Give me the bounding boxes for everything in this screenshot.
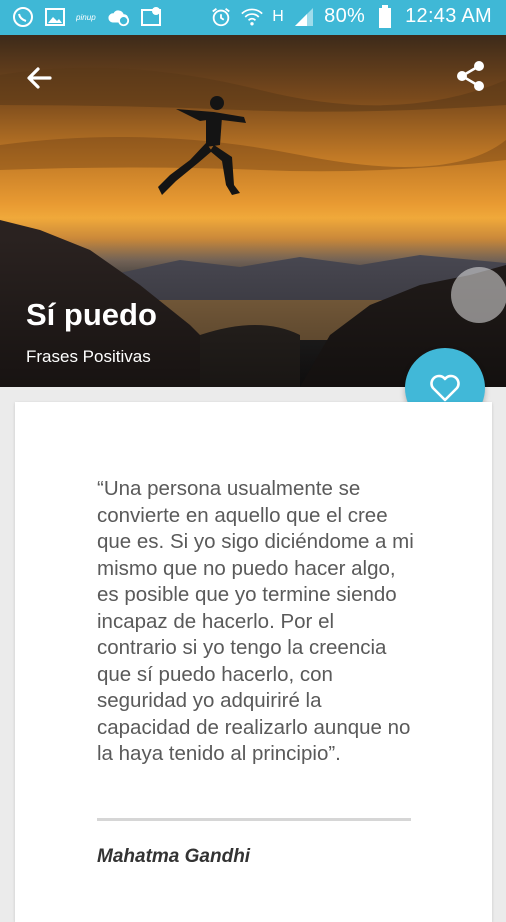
signal-icon (293, 6, 315, 28)
header-image: Sí puedo Frases Positivas (0, 35, 506, 387)
more-options-button[interactable] (451, 267, 506, 323)
category-subtitle: Frases Positivas (26, 347, 151, 366)
phone-icon (12, 6, 34, 28)
share-icon (457, 61, 484, 91)
cloud-download-icon (108, 6, 130, 28)
image-icon (44, 6, 66, 28)
arrow-back-icon (27, 67, 52, 89)
status-system: H 80% 12:43 AM (210, 4, 492, 28)
battery-percentage: 80% (324, 5, 366, 27)
page-title: Sí puedo (26, 297, 157, 332)
wifi-icon (241, 6, 264, 28)
status-notifications: pinup (12, 6, 162, 28)
alarm-icon (210, 6, 232, 28)
quote-card: “Una persona usualmente se convierte en … (15, 402, 492, 922)
back-button[interactable] (22, 61, 56, 95)
battery-icon (374, 4, 396, 28)
svg-text:pinup: pinup (76, 13, 96, 22)
quote-text: “Una persona usualmente se convierte en … (97, 477, 414, 765)
gallery-icon (140, 6, 162, 28)
quote-author: Mahatma Gandhi (97, 846, 251, 867)
clock: 12:43 AM (405, 5, 492, 27)
status-bar: pinup H 80% 12:43 AM (0, 0, 506, 35)
share-button[interactable] (454, 59, 488, 93)
heart-outline-icon (430, 374, 460, 402)
network-type: H (272, 7, 285, 25)
divider (97, 818, 411, 821)
pinup-icon: pinup (76, 6, 98, 28)
